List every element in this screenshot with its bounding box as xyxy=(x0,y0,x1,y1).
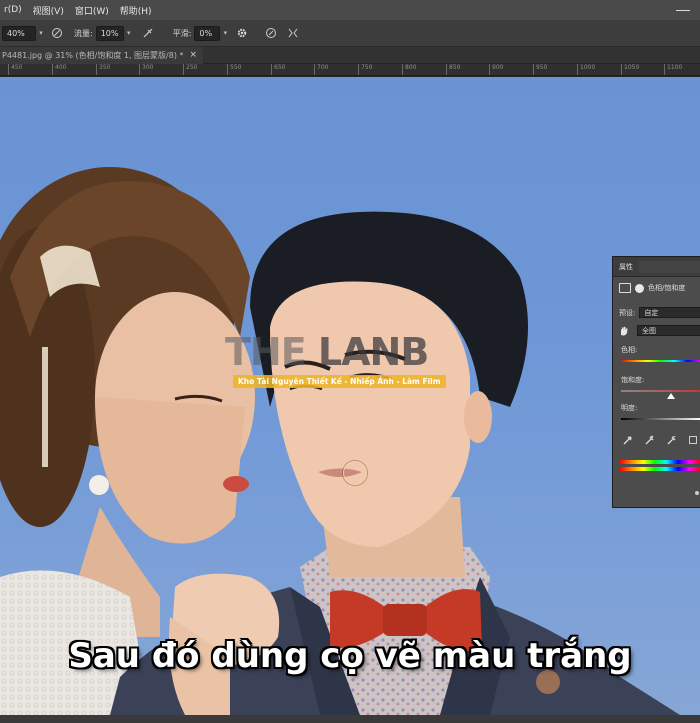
eyedropper-minus-icon[interactable] xyxy=(667,435,677,447)
hue-slider[interactable] xyxy=(621,360,700,362)
airbrush-icon[interactable] xyxy=(142,27,154,39)
channel-row: 全图 xyxy=(613,325,700,336)
brush-cursor-circle xyxy=(343,461,367,485)
preset-label: 预设: xyxy=(619,308,636,317)
preset-select[interactable]: 自定 xyxy=(639,307,700,318)
ruler-tick: 1050 xyxy=(621,64,639,75)
pressure-size-icon[interactable] xyxy=(265,27,277,39)
flow-label: 流量: xyxy=(74,28,93,38)
menu-item-help[interactable]: 帮助(H) xyxy=(116,4,159,17)
smoothing-value: 0% xyxy=(199,28,213,38)
lightness-slider[interactable] xyxy=(621,418,700,420)
minimize-icon[interactable] xyxy=(676,9,690,11)
flow-field[interactable]: 10% xyxy=(95,25,124,41)
saturation-slider-thumb[interactable] xyxy=(667,393,675,399)
status-strip xyxy=(0,715,700,723)
chevron-down-icon[interactable]: ▾ xyxy=(36,26,46,41)
result-spectrum-bar xyxy=(620,467,700,471)
ruler-tick: 650 xyxy=(271,64,285,75)
ruler-tick: 350 xyxy=(96,64,110,75)
smoothing-field[interactable]: 0% xyxy=(194,25,221,41)
panel-corner-dot xyxy=(695,491,699,495)
ruler-tick: 750 xyxy=(358,64,372,75)
menu-item-window[interactable]: 窗口(W) xyxy=(71,4,116,17)
channel-select[interactable]: 全图 xyxy=(637,325,700,336)
photo-couple xyxy=(0,167,680,715)
flow-value: 10% xyxy=(100,28,119,38)
gear-icon[interactable] xyxy=(236,27,248,39)
menu-item-view[interactable]: 视图(V) xyxy=(29,4,71,17)
hue-row: 色相: xyxy=(613,345,700,355)
saturation-row: 饱和度: xyxy=(613,375,700,385)
document-tab-bar: P4481.jpg @ 31% (色相/饱和度 1, 图层蒙版/8) * × xyxy=(0,46,700,64)
source-spectrum-bar xyxy=(620,460,700,464)
saturation-label: 饱和度: xyxy=(621,376,645,384)
symmetry-icon[interactable] xyxy=(287,27,299,39)
mask-icon[interactable] xyxy=(635,283,644,293)
colorize-checkbox[interactable] xyxy=(689,436,697,444)
chevron-down-icon[interactable]: ▾ xyxy=(220,26,230,41)
ruler-tick: 900 xyxy=(489,64,503,75)
saturation-slider[interactable] xyxy=(621,390,700,392)
properties-panel-header: 属性 xyxy=(613,257,700,277)
lightness-label: 明度: xyxy=(621,404,638,412)
ruler-tick: 300 xyxy=(139,64,153,75)
ruler-tick: 400 xyxy=(52,64,66,75)
chevron-down-icon[interactable]: ▾ xyxy=(124,26,134,41)
brush-size-field[interactable]: 40% xyxy=(2,25,36,41)
adjustment-type-row: 色相/饱和度 xyxy=(613,283,700,293)
document-canvas[interactable]: THE LANB Kho Tài Nguyên Thiết Kế - Nhiếp… xyxy=(0,77,700,715)
hand-adjust-icon[interactable] xyxy=(619,326,629,336)
properties-title[interactable]: 属性 xyxy=(619,262,633,272)
pressure-opacity-icon[interactable] xyxy=(51,27,63,39)
preset-value: 自定 xyxy=(644,308,659,317)
adjustment-name: 色相/饱和度 xyxy=(648,284,686,292)
ruler-tick: 1000 xyxy=(577,64,595,75)
document-tab[interactable]: P4481.jpg @ 31% (色相/饱和度 1, 图层蒙版/8) * × xyxy=(0,46,204,64)
brush-size-value: 40% xyxy=(7,28,25,38)
adjustment-grid-icon[interactable] xyxy=(619,283,631,293)
smoothing-label: 平滑: xyxy=(172,28,192,38)
ruler-tick: 950 xyxy=(533,64,547,75)
ruler-tick: 800 xyxy=(402,64,416,75)
ruler-tick: 250 xyxy=(183,64,197,75)
close-icon[interactable]: × xyxy=(190,50,198,60)
eyedropper-icon[interactable] xyxy=(623,435,633,447)
properties-panel: 属性 色相/饱和度 预设: 自定 全图 色相: 饱和度: 明度: xyxy=(612,256,700,508)
channel-value: 全图 xyxy=(642,326,656,335)
ruler-tick: 450 xyxy=(8,64,22,75)
hue-label: 色相: xyxy=(621,346,638,354)
menu-item-partial[interactable]: r(D) xyxy=(0,5,29,15)
ruler-tick: 700 xyxy=(314,64,328,75)
tool-options-bar: 40% ▾ 流量: 10% ▾ 平滑: 0% ▾ xyxy=(0,20,700,47)
lightness-row: 明度: xyxy=(613,403,700,413)
ruler-tick: 1100 xyxy=(664,64,682,75)
horizontal-ruler: 450 400 350 300 250 550 650 700 750 800 850 900 950 1… xyxy=(0,64,700,76)
ruler-tick: 550 xyxy=(227,64,241,75)
preset-row: 预设: 自定 xyxy=(613,307,700,318)
ruler-tick: 850 xyxy=(446,64,460,75)
video-subtitle: Sau đó dùng cọ vẽ màu trắng xyxy=(68,636,632,676)
menu-bar: r(D) 视图(V) 窗口(W) 帮助(H) xyxy=(0,0,700,20)
eyedropper-plus-icon[interactable] xyxy=(645,435,655,447)
document-tab-title: P4481.jpg @ 31% (色相/饱和度 1, 图层蒙版/8) * xyxy=(2,50,184,60)
